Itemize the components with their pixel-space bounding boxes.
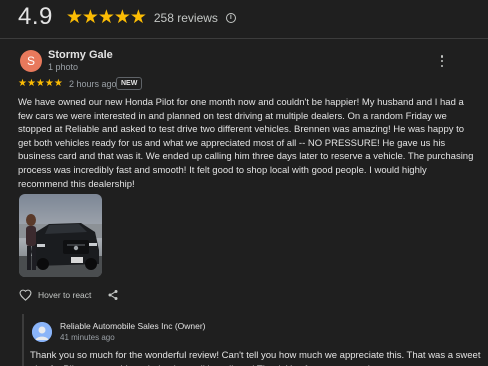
divider xyxy=(0,38,488,39)
reviewer-avatar[interactable]: S xyxy=(20,50,42,72)
person-icon xyxy=(32,322,52,342)
owner-reply-time: 41 minutes ago xyxy=(60,333,115,342)
reviewer-name[interactable]: Stormy Gale xyxy=(48,49,113,61)
reply-indent-bar xyxy=(22,314,24,366)
heart-icon[interactable] xyxy=(19,289,32,301)
owner-avatar[interactable] xyxy=(32,322,52,342)
new-badge: NEW xyxy=(116,77,143,90)
owner-name: Reliable Automobile Sales Inc (Owner) xyxy=(60,321,206,331)
share-icon[interactable] xyxy=(107,289,119,301)
review-photo[interactable] xyxy=(19,194,102,277)
more-vert-icon[interactable] xyxy=(438,54,446,68)
hover-to-react-label[interactable]: Hover to react xyxy=(38,290,91,300)
star-icon: ★ xyxy=(97,6,115,28)
review-count-link[interactable]: 258 reviews xyxy=(154,11,218,25)
star-icon: ★ xyxy=(81,6,99,28)
rating-stars: ★ ★ ★ ★ ★ xyxy=(65,6,147,28)
rating-summary: 4.9 ★ ★ ★ ★ ★ 258 reviews i xyxy=(18,2,236,32)
review-time: 2 hours ago xyxy=(69,79,117,89)
star-icon: ★ xyxy=(65,6,83,28)
review-stars: ★★★★★ xyxy=(18,78,63,89)
star-icon: ★ xyxy=(113,6,131,28)
star-icon: ★ xyxy=(129,6,147,28)
car-photo-image xyxy=(19,194,102,277)
review-actions: Hover to react xyxy=(19,288,119,302)
average-rating: 4.9 xyxy=(18,3,53,30)
reviewer-photo-count: 1 photo xyxy=(48,62,79,72)
review-text: We have owned our new Honda Pilot for on… xyxy=(18,97,474,190)
owner-reply-text: Thank you so much for the wonderful revi… xyxy=(30,350,481,366)
info-icon[interactable]: i xyxy=(225,12,236,23)
